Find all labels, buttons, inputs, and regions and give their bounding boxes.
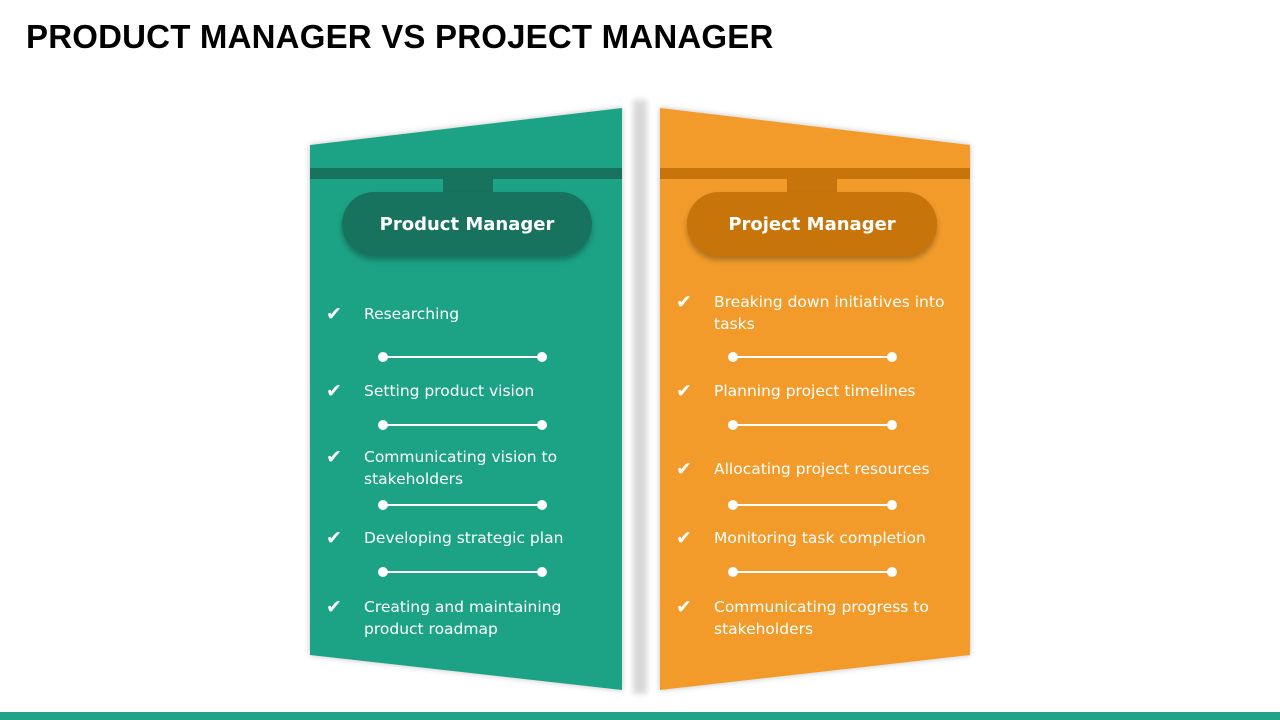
check-icon: ✔ (676, 458, 692, 480)
product-manager-heading: Product Manager (342, 192, 592, 256)
divider-dot (728, 420, 738, 430)
check-icon: ✔ (326, 527, 342, 549)
item-text: Developing strategic plan (364, 529, 564, 547)
check-icon: ✔ (676, 380, 692, 402)
divider-dot (887, 567, 897, 577)
divider-dot (728, 352, 738, 362)
divider-dot (378, 420, 388, 430)
product-manager-item: ✔ Creating and maintaining product roadm… (326, 596, 604, 640)
project-manager-connector (787, 179, 837, 193)
divider-dot (537, 567, 547, 577)
check-icon: ✔ (326, 596, 342, 618)
item-text: Communicating progress to stakeholders (714, 598, 929, 638)
check-icon: ✔ (676, 596, 692, 618)
check-icon: ✔ (676, 527, 692, 549)
divider-dot (378, 567, 388, 577)
project-manager-band (660, 168, 970, 179)
product-manager-band (310, 168, 622, 179)
divider-dot (537, 500, 547, 510)
bottom-accent-bar (0, 712, 1280, 720)
product-manager-connector (443, 179, 493, 193)
product-manager-item: ✔ Communicating vision to stakeholders (326, 446, 604, 490)
divider-dot (728, 500, 738, 510)
divider-dot (537, 420, 547, 430)
divider-dot (728, 567, 738, 577)
project-manager-item: ✔ Allocating project resources (676, 458, 954, 480)
project-manager-item: ✔ Communicating progress to stakeholders (676, 596, 954, 640)
divider-dot (887, 500, 897, 510)
check-icon: ✔ (676, 291, 692, 313)
project-manager-item: ✔ Breaking down initiatives into tasks (676, 291, 954, 335)
check-icon: ✔ (326, 303, 342, 325)
item-text: Monitoring task completion (714, 529, 926, 547)
product-manager-item: ✔ Developing strategic plan (326, 527, 604, 549)
product-manager-item: ✔ Setting product vision (326, 380, 604, 402)
item-text: Creating and maintaining product roadmap (364, 598, 562, 638)
divider-dot (887, 352, 897, 362)
divider-dot (378, 500, 388, 510)
check-icon: ✔ (326, 446, 342, 468)
project-manager-heading: Project Manager (687, 192, 937, 256)
divider-dot (887, 420, 897, 430)
item-text: Planning project timelines (714, 382, 916, 400)
divider-dot (378, 352, 388, 362)
divider-dot (537, 352, 547, 362)
check-icon: ✔ (326, 380, 342, 402)
comparison-panels (310, 100, 970, 694)
item-text: Breaking down initiatives into tasks (714, 293, 945, 333)
item-text: Setting product vision (364, 382, 535, 400)
item-text: Researching (364, 305, 460, 323)
item-text: Allocating project resources (714, 460, 930, 478)
project-manager-item: ✔ Planning project timelines (676, 380, 954, 402)
center-divider-shadow (633, 100, 647, 694)
product-manager-item: ✔ Researching (326, 303, 604, 325)
project-manager-item: ✔ Monitoring task completion (676, 527, 954, 549)
item-text: Communicating vision to stakeholders (364, 448, 558, 488)
